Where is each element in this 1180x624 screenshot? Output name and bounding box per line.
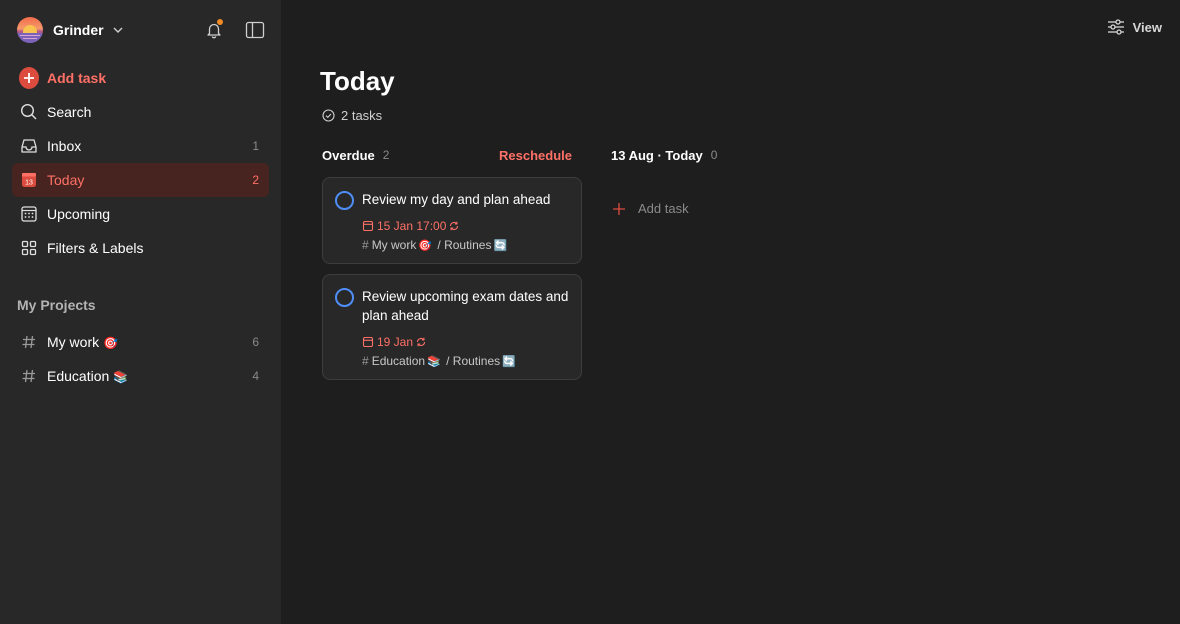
calendar-icon (362, 220, 374, 232)
sidebar-item-count: 1 (252, 139, 259, 153)
section-name: Routines (444, 238, 492, 252)
notifications-button[interactable] (200, 16, 228, 44)
hash-icon (22, 335, 35, 349)
notification-dot (217, 19, 223, 25)
sidebar-item-today[interactable]: 13 Today 2 (12, 163, 269, 197)
path-separator: / (442, 354, 453, 368)
sidebar-item-count: 2 (252, 173, 259, 187)
project-count: 6 (252, 335, 259, 349)
task-card[interactable]: Review my day and plan ahead 15 Jan 17:0… (322, 177, 582, 264)
add-task-label: Add task (638, 201, 689, 216)
sidebar-item-label: Today (47, 172, 85, 188)
plus-icon (19, 67, 39, 89)
task-count: 2 tasks (322, 108, 382, 123)
books-emoji-icon: 📚 (113, 370, 129, 384)
repeat-emoji-icon: 🔄 (493, 239, 508, 252)
sidebar: Grinder Add task Search Inbox 1 13 Today… (0, 0, 281, 624)
task-due-date[interactable]: 15 Jan 17:00 (362, 218, 569, 234)
add-task-inline-button[interactable]: Add task (611, 201, 861, 216)
due-label: 19 Jan (377, 335, 414, 349)
project-label: Education (47, 368, 110, 384)
task-checkbox[interactable] (335, 288, 354, 307)
section-name: Routines (452, 354, 501, 368)
recurring-icon (416, 337, 426, 347)
column-title: 13 Aug · Today (611, 147, 703, 163)
calendar-grid-icon (21, 206, 37, 222)
column-count: 0 (710, 148, 718, 162)
avatar[interactable] (17, 17, 43, 43)
inbox-icon (21, 139, 37, 153)
task-project-path[interactable]: # Education 📚 / Routines 🔄 (362, 353, 569, 369)
project-label: My work (47, 334, 100, 350)
target-emoji-icon: 🎯 (103, 336, 119, 350)
calendar-icon (362, 336, 374, 348)
sidebar-item-label: Upcoming (47, 206, 111, 222)
reschedule-button[interactable]: Reschedule (499, 148, 572, 163)
overdue-column: Overdue 2 Reschedule Review my day and p… (322, 146, 582, 380)
hash-icon: # (362, 238, 369, 252)
due-label: 15 Jan 17:00 (377, 219, 447, 233)
add-icon-wrap (19, 67, 39, 89)
project-list: My work 🎯 6 Education 📚 4 (12, 325, 269, 393)
app: Grinder Add task Search Inbox 1 13 Today… (0, 0, 1180, 624)
task-due-date[interactable]: 19 Jan (362, 334, 569, 350)
column-title: Overdue (322, 147, 375, 163)
sidebar-item-label: Search (47, 104, 92, 120)
column-header: 13 Aug · Today 0 (611, 146, 861, 164)
sidebar-item-project-education[interactable]: Education 📚 4 (12, 359, 269, 393)
toggle-sidebar-button[interactable] (241, 16, 269, 44)
task-title: Review upcoming exam dates and plan ahea… (362, 289, 569, 323)
column-header: Overdue 2 Reschedule (322, 146, 572, 164)
sidebar-item-label: Filters & Labels (47, 240, 144, 256)
project-name: Education (371, 354, 426, 368)
search-icon (20, 103, 37, 120)
sidebar-item-inbox[interactable]: Inbox 1 (12, 129, 269, 163)
task-card[interactable]: Review upcoming exam dates and plan ahea… (322, 274, 582, 380)
chevron-down-icon[interactable] (112, 24, 124, 36)
today-column: 13 Aug · Today 0 Add task (611, 146, 861, 217)
main-content: View Today 2 tasks Overdue 2 Reschedule … (281, 0, 1180, 624)
check-circle-icon (322, 109, 335, 122)
task-count-label: 2 tasks (341, 108, 383, 123)
sliders-icon (1107, 19, 1124, 35)
grid-icon (21, 240, 37, 256)
hash-icon: # (362, 354, 369, 368)
project-count: 4 (252, 369, 259, 383)
task-project-path[interactable]: # My work 🎯 / Routines 🔄 (362, 237, 569, 253)
calendar-today-icon: 13 (22, 173, 36, 187)
task-title: Review my day and plan ahead (362, 192, 551, 207)
sidebar-item-filters-labels[interactable]: Filters & Labels (12, 231, 269, 265)
recurring-icon (450, 221, 459, 231)
column-count: 2 (382, 148, 390, 162)
sidebar-item-project-my-work[interactable]: My work 🎯 6 (12, 325, 269, 359)
page-title: Today (320, 66, 395, 96)
target-emoji-icon: 🎯 (418, 239, 433, 252)
projects-title[interactable]: My Projects (12, 293, 269, 317)
sidebar-header: Grinder (12, 0, 269, 60)
add-task-label: Add task (47, 70, 107, 86)
path-separator: / (434, 238, 445, 252)
sidebar-item-search[interactable]: Search (12, 95, 269, 129)
view-label: View (1132, 19, 1162, 35)
add-task-button[interactable]: Add task (12, 61, 269, 95)
project-name: My work (371, 238, 417, 252)
sidebar-item-label: Inbox (47, 138, 82, 154)
sidebar-toggle-icon (245, 21, 265, 39)
repeat-emoji-icon: 🔄 (502, 355, 516, 368)
svg-text:13: 13 (25, 180, 33, 187)
sidebar-item-upcoming[interactable]: Upcoming (12, 197, 269, 231)
books-emoji-icon: 📚 (427, 355, 441, 368)
task-checkbox[interactable] (335, 191, 354, 210)
plus-icon (613, 202, 625, 215)
workspace-name[interactable]: Grinder (53, 22, 104, 38)
view-button[interactable]: View (1107, 19, 1162, 35)
hash-icon (22, 369, 35, 383)
